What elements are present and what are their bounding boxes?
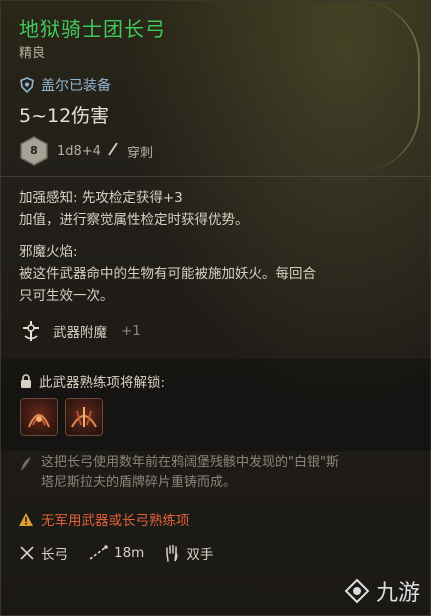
warning-text: 无军用武器或长弓熟练项 (41, 513, 190, 529)
weapon-properties: 长弓 18m 双手 (19, 543, 223, 563)
handedness: 双手 (186, 547, 214, 563)
enchantment-value: +1 (121, 323, 141, 339)
divider (1, 176, 431, 177)
item-art-decoration (348, 1, 420, 171)
damage-formula: 1d8+4 (57, 143, 101, 159)
item-lore: 这把长弓使用数年前在鸦阔堡残骸中发现的"白银"斯 塔尼斯拉夫的盾牌碎片重铸而成。 (19, 453, 415, 493)
proficiency-unlock-title: 此武器熟练项将解锁: (39, 375, 166, 391)
enchantment-label: 武器附魔 (53, 325, 107, 341)
weapon-type-property: 长弓 (19, 543, 68, 563)
weapon-enchantment: 武器附魔 +1 (19, 319, 141, 343)
trait-fiendish-fire: 邪魔火焰: 被这件武器命中的生物有可能被施加妖火。每回合 只可生效一次。 (19, 241, 415, 307)
damage-type: 穿刺 (126, 145, 153, 161)
watermark-text: 九游 (375, 581, 420, 606)
site-watermark: 九游 (344, 575, 420, 607)
proficiency-unlock-header: 此武器熟练项将解锁: (19, 371, 165, 391)
equipped-status: 盖尔已装备 (19, 75, 111, 95)
dice-face: 8 (30, 144, 38, 157)
range-value: 18m (114, 545, 145, 561)
range-property: 18m (88, 545, 144, 561)
trait-keen-perception: 加强感知: 先攻检定获得+3 加值，进行察觉属性检定时获得优势。 (19, 187, 415, 231)
arrow-volley-icon (71, 407, 97, 428)
watermark-logo-icon (344, 578, 370, 604)
warning-icon (19, 512, 33, 526)
lock-icon (21, 374, 31, 388)
crossed-weapons-icon (20, 546, 34, 560)
item-name: 地狱骑士团长弓 (19, 17, 166, 41)
lore-text-line1: 这把长弓使用数年前在鸦阔堡残骸中发现的"白银"斯 (41, 455, 339, 470)
enchantment-icon (23, 321, 39, 341)
trait-description-cont: 只可生效一次。 (19, 288, 114, 304)
proficiency-warning: 无军用武器或长弓熟练项 (19, 509, 190, 529)
trait-description: 被这件武器命中的生物有可能被施加妖火。每回合 (19, 266, 316, 282)
weapon-type: 长弓 (41, 547, 68, 563)
equipped-label: 盖尔已装备 (41, 78, 111, 94)
handedness-property: 双手 (164, 543, 213, 563)
item-rarity: 精良 (19, 46, 46, 61)
lore-text-line2: 塔尼斯拉夫的盾牌碎片重铸而成。 (41, 475, 237, 490)
range-icon (89, 545, 108, 560)
trait-description: 加值，进行察觉属性检定时获得优势。 (19, 212, 249, 228)
flame-shot-icon (28, 414, 50, 428)
trait-title: 邪魔火焰: (19, 244, 78, 260)
d8-dice-icon: 8 (19, 136, 49, 166)
shield-icon (20, 77, 34, 93)
item-tooltip: 地狱骑士团长弓 精良 盖尔已装备 5~12伤害 8 1d8+4 穿刺 加强感知:… (0, 0, 431, 616)
piercing-icon (107, 142, 119, 160)
damage-range: 5~12伤害 (19, 105, 110, 127)
hand-icon (166, 544, 178, 562)
trait-title: 加强感知: 先攻检定获得+3 (19, 190, 183, 206)
skill-slot-1[interactable] (20, 398, 58, 436)
quill-icon (21, 457, 31, 471)
skill-slot-2[interactable] (65, 398, 103, 436)
damage-dice-row: 8 1d8+4 穿刺 (19, 136, 153, 166)
